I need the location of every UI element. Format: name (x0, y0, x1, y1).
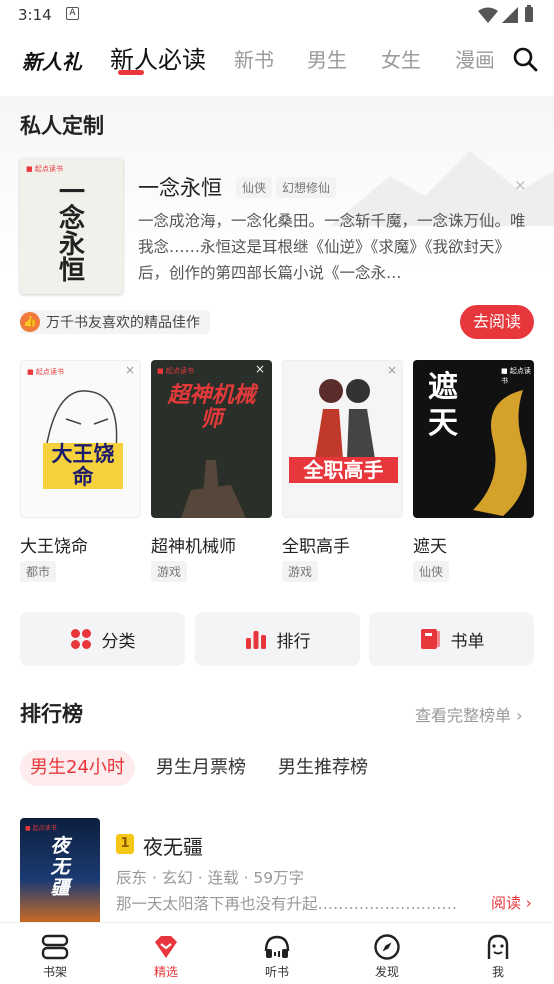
nav-label: 发现 (374, 965, 399, 979)
active-tab-indicator (118, 70, 144, 75)
cover-illustration (181, 460, 246, 518)
book-cover-2[interactable]: ■ 起点读书 × 超神机械师 (151, 360, 272, 518)
publisher-logo: ■ 起点读书 (157, 367, 194, 375)
tab-male-24h[interactable]: 男生24小时 (20, 750, 135, 786)
bar-chart-icon (245, 631, 266, 649)
book-title-2[interactable]: 超神机械师 (151, 532, 236, 557)
nav-audiobook[interactable]: 听书 (237, 923, 317, 980)
category-button[interactable]: 分类 (20, 612, 185, 666)
read-label: 阅读 (491, 894, 522, 912)
book-tag: 都市 (20, 561, 57, 582)
author: 辰东 (116, 869, 148, 887)
rank-button[interactable]: 排行 (195, 612, 360, 666)
tab-comics[interactable]: 漫画 (455, 44, 493, 73)
search-icon[interactable] (512, 46, 538, 72)
thumbs-up-icon: 👍 (20, 312, 40, 332)
battery-icon (525, 5, 533, 22)
category-label: 分类 (101, 631, 136, 652)
bookshelf-icon (41, 934, 69, 960)
cover-illustration (315, 379, 375, 459)
recommend-badge: 👍 万千书友喜欢的精品佳作 (20, 310, 210, 334)
close-icon[interactable]: × (125, 363, 135, 377)
cover-title: 夜无疆 (50, 835, 70, 899)
featured-book-cover[interactable]: ■ 起点读书 一念永恒 (20, 158, 123, 294)
recommend-badge-text: 万千书友喜欢的精品佳作 (46, 315, 200, 331)
serial-status: 连载 (207, 869, 239, 887)
nav-label: 书架 (42, 965, 67, 979)
cover-title: 遮天 (428, 370, 458, 441)
rank-label: 排行 (276, 631, 311, 652)
nav-featured[interactable]: 精选 (126, 923, 206, 980)
nav-label: 精选 (153, 965, 178, 979)
ranking-book-cover[interactable]: ■ 起点读书 夜无疆 (20, 818, 100, 922)
book-title-1[interactable]: 大王饶命 (20, 532, 88, 557)
publisher-logo: ■ 起点读书 (25, 825, 57, 832)
book-cover-1[interactable]: ■ 起点读书 × 大王饶命 (20, 360, 141, 518)
book-cover-3[interactable]: × 全职高手 (282, 360, 403, 518)
publisher-logo: ■ 起点读书 (27, 368, 64, 376)
book-title-4[interactable]: 遮天 (413, 532, 447, 557)
view-full-ranking-label: 查看完整榜单 (415, 706, 512, 725)
featured-icon (155, 936, 177, 958)
nav-label: 我 (491, 965, 504, 979)
read-now-button[interactable]: 去阅读 (460, 305, 534, 339)
tab-new-books[interactable]: 新书 (234, 44, 274, 73)
cover-illustration (473, 390, 527, 516)
signal-icon (502, 7, 518, 23)
ranking-book-title[interactable]: 夜无疆 (143, 831, 203, 860)
chevron-right-icon: › (521, 894, 532, 912)
ranking-book-meta: 辰东 · 玄幻 · 连载 · 59万字 (116, 869, 305, 887)
booklist-button[interactable]: 书单 (369, 612, 534, 666)
book-tag: 仙侠 (413, 561, 450, 582)
book-title-3[interactable]: 全职高手 (282, 532, 350, 557)
book-tag: 游戏 (151, 561, 188, 582)
ranking-book-desc: 那一天太阳落下再也没有升起………………………… (116, 895, 456, 913)
word-count: 59万字 (253, 869, 305, 887)
close-icon[interactable]: × (255, 362, 265, 376)
booklist-icon (420, 629, 440, 649)
book-tag: 幻想修仙 (276, 177, 337, 198)
section-title-ranking: 排行榜 (20, 702, 83, 726)
tab-male-monthly[interactable]: 男生月票榜 (156, 750, 246, 786)
headphones-icon (264, 935, 290, 958)
chevron-right-icon: › (511, 706, 523, 725)
book-cover-4[interactable]: ■ 起点读书 遮天 (413, 360, 534, 518)
nav-profile[interactable]: 我 (458, 923, 538, 980)
tab-newcomer-gift[interactable]: 新人礼 (22, 46, 82, 75)
nav-label: 听书 (264, 965, 289, 979)
bottom-nav: 书架 精选 听书 发现 我 (0, 922, 554, 984)
featured-book-desc: 一念成沧海，一念化桑田。一念斩千魔，一念诛万仙。唯我念……永恒这是耳根继《仙逆》… (138, 212, 526, 282)
booklist-label: 书单 (450, 631, 485, 652)
featured-book-title[interactable]: 一念永恒 (138, 172, 222, 202)
tab-male-recommend[interactable]: 男生推荐榜 (278, 750, 368, 786)
top-nav: 新人礼 新人必读 新书 男生 女生 漫画 (0, 36, 554, 84)
close-icon[interactable]: × (387, 363, 397, 377)
tab-female[interactable]: 女生 (381, 44, 421, 73)
notification-icon: A (66, 7, 79, 20)
cover-title: 一念永恒 (58, 178, 85, 286)
status-bar: 3:14 A (0, 0, 554, 30)
wifi-icon (478, 7, 498, 23)
nav-discover[interactable]: 发现 (347, 923, 427, 980)
ranking-read-link[interactable]: 阅读 › (491, 892, 532, 913)
rank-badge: 1 (116, 834, 134, 854)
category-icon (70, 629, 91, 649)
nav-bookshelf[interactable]: 书架 (15, 923, 95, 980)
cover-title: 全职高手 (289, 457, 398, 483)
tab-male[interactable]: 男生 (307, 44, 347, 73)
book-tag: 游戏 (282, 561, 319, 582)
view-full-ranking-link[interactable]: 查看完整榜单 › (415, 702, 523, 726)
cover-title: 超神机械师 (167, 383, 256, 432)
section-title-custom: 私人定制 (20, 114, 104, 138)
tab-newcomer-must-read[interactable]: 新人必读 (110, 40, 206, 75)
profile-icon (487, 934, 509, 959)
close-icon[interactable]: × (514, 176, 527, 194)
book-tag: 仙侠 (236, 177, 273, 198)
genre: 玄幻 (161, 869, 193, 887)
cover-title: 大王饶命 (43, 443, 123, 489)
publisher-logo: ■ 起点读书 (26, 165, 63, 173)
compass-icon (374, 934, 400, 960)
status-time: 3:14 (18, 6, 52, 24)
